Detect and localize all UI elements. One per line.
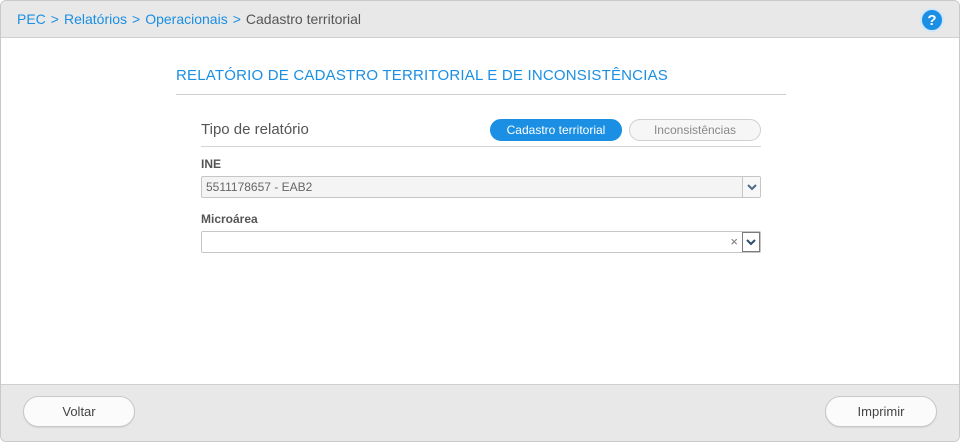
print-button[interactable]: Imprimir <box>825 396 937 427</box>
bottom-bar: Voltar Imprimir <box>1 384 959 441</box>
report-type-label: Tipo de relatório <box>201 121 309 138</box>
back-button[interactable]: Voltar <box>23 396 135 427</box>
chevron-down-icon <box>746 238 756 245</box>
microarea-select[interactable]: × <box>201 231 761 253</box>
breadcrumb-relatorios[interactable]: Relatórios <box>64 11 127 27</box>
breadcrumb-operacionais[interactable]: Operacionais <box>145 11 228 27</box>
help-label: ? <box>927 11 937 29</box>
top-bar: PEC > Relatórios > Operacionais > Cadast… <box>1 1 959 38</box>
breadcrumb-separator: > <box>132 11 141 27</box>
breadcrumb-current: Cadastro territorial <box>245 11 362 27</box>
option-cadastro-territorial[interactable]: Cadastro territorial <box>490 118 622 141</box>
ine-dropdown-button[interactable] <box>742 177 760 197</box>
ine-select[interactable]: 5511178657 - EAB2 <box>201 176 761 198</box>
page-title: RELATÓRIO DE CADASTRO TERRITORIAL E DE I… <box>176 67 786 95</box>
window: PEC > Relatórios > Operacionais > Cadast… <box>0 0 960 442</box>
report-type-row: Tipo de relatório Cadastro territorial I… <box>201 118 761 147</box>
report-panel: RELATÓRIO DE CADASTRO TERRITORIAL E DE I… <box>176 67 786 95</box>
chevron-down-icon <box>746 183 757 190</box>
ine-value: 5511178657 - EAB2 <box>206 180 313 194</box>
help-icon[interactable]: ? <box>920 8 944 32</box>
breadcrumb: PEC > Relatórios > Operacionais > Cadast… <box>17 11 361 27</box>
ine-label: INE <box>201 157 222 171</box>
option-inconsistencias[interactable]: Inconsistências <box>629 118 761 141</box>
report-type-toggle: Cadastro territorial Inconsistências <box>490 118 761 141</box>
report-form: Tipo de relatório Cadastro territorial I… <box>201 118 761 253</box>
microarea-label: Microárea <box>201 212 258 226</box>
breadcrumb-pec[interactable]: PEC <box>17 11 46 27</box>
breadcrumb-separator: > <box>50 11 59 27</box>
breadcrumb-separator: > <box>232 11 241 27</box>
microarea-dropdown-button[interactable] <box>742 232 760 252</box>
clear-icon[interactable]: × <box>730 234 738 249</box>
